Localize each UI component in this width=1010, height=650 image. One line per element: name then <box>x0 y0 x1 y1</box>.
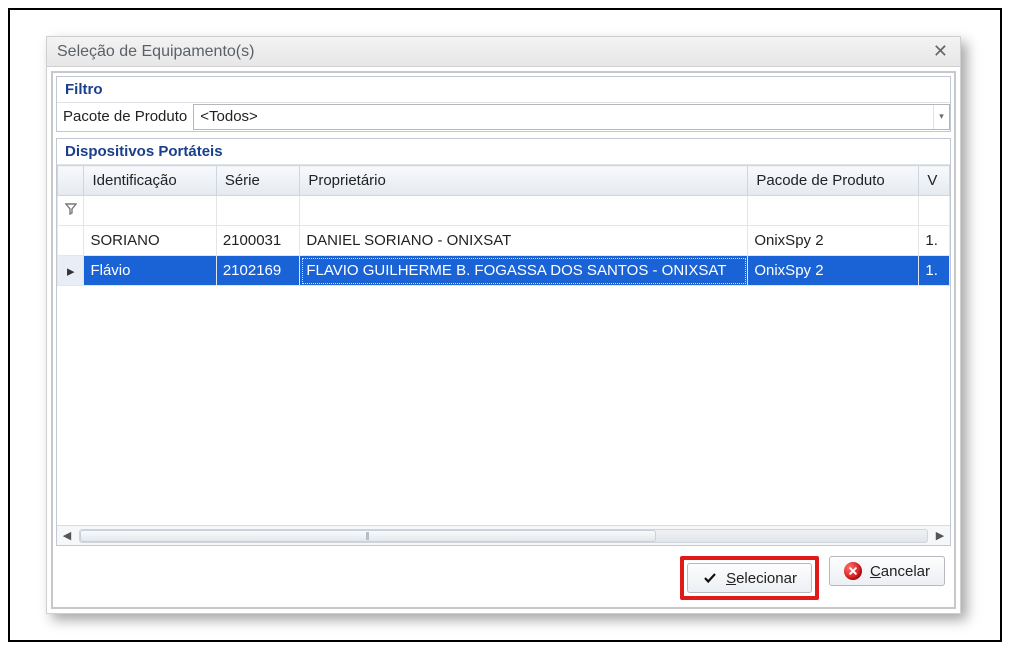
filter-cell-v[interactable] <box>919 196 950 226</box>
table-row[interactable]: ▸ Flávio 2102169 FLAVIO GUILHERME B. FOG… <box>58 256 950 286</box>
cell-serie: 2102169 <box>216 256 299 286</box>
grid-header-row: Identificação Série Proprietário Pacode … <box>58 166 950 196</box>
cell-proprietario: DANIEL SORIANO - ONIXSAT <box>300 226 748 256</box>
select-button-highlight: Selecionar <box>680 556 819 600</box>
grid-header-identificacao[interactable]: Identificação <box>84 166 216 196</box>
grid-header-pacote[interactable]: Pacode de Produto <box>748 166 919 196</box>
dialog-window: Seleção de Equipamento(s) ✕ Filtro Pacot… <box>46 36 961 614</box>
filter-cell-identificacao[interactable] <box>84 196 216 226</box>
grid-header-proprietario[interactable]: Proprietário <box>300 166 748 196</box>
cell-v: 1. <box>919 256 950 286</box>
grid: Identificação Série Proprietário Pacode … <box>57 165 950 545</box>
cell-identificacao: Flávio <box>84 256 216 286</box>
filter-cell-serie[interactable] <box>216 196 299 226</box>
grid-header-indicator[interactable] <box>58 166 84 196</box>
cell-v: 1. <box>919 226 950 256</box>
row-indicator-selected: ▸ <box>58 256 84 286</box>
close-icon[interactable]: ✕ <box>929 41 952 62</box>
grid-header-serie[interactable]: Série <box>216 166 299 196</box>
window-title: Seleção de Equipamento(s) <box>57 43 254 61</box>
package-combo-value: <Todos> <box>194 105 933 129</box>
cancel-button[interactable]: Cancelar <box>829 556 945 586</box>
filter-cell-proprietario[interactable] <box>300 196 748 226</box>
devices-panel-title: Dispositivos Portáteis <box>57 139 950 165</box>
cancel-icon <box>844 562 862 580</box>
grid-header-v[interactable]: V <box>919 166 950 196</box>
row-indicator <box>58 226 84 256</box>
cell-pacote: OnixSpy 2 <box>748 256 919 286</box>
funnel-icon <box>65 202 77 219</box>
grid-filter-row <box>58 196 950 226</box>
scroll-left-arrow-icon[interactable]: ◀ <box>57 527 77 545</box>
grid-empty-area <box>57 286 950 525</box>
outer-frame: Seleção de Equipamento(s) ✕ Filtro Pacot… <box>8 8 1002 642</box>
table-row[interactable]: SORIANO 2100031 DANIEL SORIANO - ONIXSAT… <box>58 226 950 256</box>
cancel-button-label: Cancelar <box>870 563 930 580</box>
horizontal-scrollbar[interactable]: ◀ ▶ <box>57 525 950 545</box>
filter-funnel-cell[interactable] <box>58 196 84 226</box>
cell-identificacao: SORIANO <box>84 226 216 256</box>
package-combobox[interactable]: <Todos> ▾ <box>193 104 950 130</box>
select-button-label: Selecionar <box>726 570 797 587</box>
devices-panel: Dispositivos Portáteis <box>56 138 951 546</box>
package-label: Pacote de Produto <box>57 102 193 131</box>
dialog-footer: Selecionar Cancelar <box>56 546 951 604</box>
check-icon <box>702 570 718 586</box>
dialog-body: Filtro Pacote de Produto <Todos> ▾ Dispo… <box>51 71 956 609</box>
titlebar: Seleção de Equipamento(s) ✕ <box>47 37 960 67</box>
cell-pacote: OnixSpy 2 <box>748 226 919 256</box>
filter-cell-pacote[interactable] <box>748 196 919 226</box>
filter-panel-title: Filtro <box>57 77 950 103</box>
cell-proprietario: FLAVIO GUILHERME B. FOGASSA DOS SANTOS -… <box>300 256 748 286</box>
filter-panel: Filtro Pacote de Produto <Todos> ▾ <box>56 76 951 132</box>
chevron-down-icon[interactable]: ▾ <box>933 105 949 129</box>
filter-row: Pacote de Produto <Todos> ▾ <box>57 102 950 131</box>
grid-table: Identificação Série Proprietário Pacode … <box>57 165 950 286</box>
select-button[interactable]: Selecionar <box>687 563 812 593</box>
scroll-track[interactable] <box>79 529 928 543</box>
scroll-thumb[interactable] <box>80 530 656 542</box>
scroll-right-arrow-icon[interactable]: ▶ <box>930 527 950 545</box>
cell-serie: 2100031 <box>216 226 299 256</box>
